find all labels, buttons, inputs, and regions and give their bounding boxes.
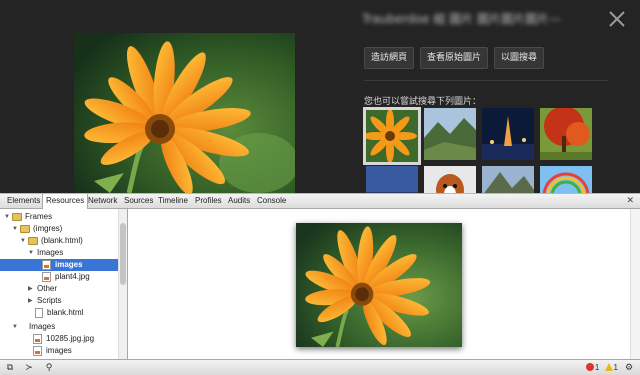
flower-image	[74, 33, 295, 193]
tree-item-frames[interactable]: ▼ Frames	[0, 211, 118, 223]
tab-network[interactable]: Network	[85, 194, 120, 209]
preview-image	[296, 223, 462, 347]
console-drawer-icon[interactable]: ≻	[22, 362, 36, 374]
tab-elements[interactable]: Elements	[4, 194, 43, 209]
image-file-icon	[42, 272, 51, 282]
warning-icon	[604, 363, 613, 371]
error-warning-counts[interactable]: 1 1	[585, 362, 618, 374]
folder-icon	[28, 237, 38, 245]
tab-profiles[interactable]: Profiles	[192, 194, 225, 209]
gear-icon[interactable]: ⚙	[622, 362, 636, 374]
folder-icon	[12, 213, 22, 221]
tree-item-blank-html[interactable]: blank.html	[0, 307, 118, 319]
image-viewer-overlay: Trauberdoe 組 圖片 圖片圖片圖片— 造訪網頁 查看原始圖片 以圖搜尋…	[0, 0, 640, 193]
image-file-icon	[33, 334, 42, 344]
thumbnail-flower[interactable]	[363, 107, 421, 165]
devtools-panel: Elements Resources Network Sources Timel…	[0, 193, 640, 375]
image-file-icon	[33, 346, 42, 356]
tree-item-other[interactable]: ▶ Other	[0, 283, 118, 295]
thumbnail-mountain-valley[interactable]	[424, 108, 476, 160]
close-icon[interactable]	[606, 8, 628, 30]
tree-item-blank-frame[interactable]: ▼ (blank.html)	[0, 235, 118, 247]
thumbnail-fountain-night[interactable]	[482, 108, 534, 160]
search-icon[interactable]: ⚲	[42, 362, 56, 374]
dock-icon[interactable]: ⧉	[3, 362, 17, 374]
thumbnail-rainbow[interactable]	[540, 166, 592, 193]
flower-image	[296, 223, 462, 347]
tab-audits[interactable]: Audits	[225, 194, 253, 209]
main-photo[interactable]	[74, 33, 295, 193]
tab-sources[interactable]: Sources	[121, 194, 156, 209]
tab-resources[interactable]: Resources	[42, 194, 89, 210]
tree-item-images-selected[interactable]: images	[0, 259, 118, 271]
devtools-statusbar: ⧉ ≻ ⚲ 1 1 ⚙	[0, 359, 640, 375]
search-by-image-button[interactable]: 以圖搜尋	[494, 47, 545, 69]
document-icon	[35, 308, 43, 318]
tree-item-images-file[interactable]: images	[0, 345, 118, 357]
visit-page-button[interactable]: 造訪網頁	[364, 47, 415, 69]
tree-item-10285[interactable]: 10285.jpg.jpg	[0, 333, 118, 345]
tree-item-scripts[interactable]: ▶ Scripts	[0, 295, 118, 307]
image-title[interactable]: Trauberdoe 組 圖片 圖片圖片圖片—	[362, 10, 594, 26]
browser-window: Trauberdoe 組 圖片 圖片圖片圖片— 造訪網頁 查看原始圖片 以圖搜尋…	[0, 0, 640, 375]
tree-item-images-root[interactable]: ▼ Images	[0, 321, 118, 333]
resource-preview	[129, 209, 640, 359]
view-original-button[interactable]: 查看原始圖片	[420, 47, 489, 69]
warning-count: 1	[613, 363, 618, 372]
folder-icon	[20, 225, 30, 233]
tree-scroll-thumb[interactable]	[120, 223, 126, 285]
tree-item-imgres[interactable]: ▼ (imgres)	[0, 223, 118, 235]
resources-tree: ▼ Frames ▼ (imgres) ▼ (blank.html) ▼ Ima…	[0, 209, 128, 359]
tree-item-plant4[interactable]: plant4.jpg	[0, 271, 118, 283]
similar-images-label: 您也可以嘗試搜尋下列圖片：	[364, 97, 482, 107]
preview-scrollbar[interactable]	[630, 209, 640, 359]
thumbnail-autumn-tree[interactable]	[540, 108, 592, 160]
tree-scrollbar[interactable]	[118, 209, 127, 359]
tree-item-images-group[interactable]: ▼ Images	[0, 247, 118, 259]
error-count: 1	[594, 363, 600, 372]
devtools-tabbar: Elements Resources Network Sources Timel…	[0, 193, 640, 210]
error-icon	[585, 363, 594, 371]
thumbnail-mountains[interactable]	[482, 166, 534, 193]
tab-console[interactable]: Console	[254, 194, 289, 209]
image-file-icon	[42, 260, 51, 270]
thumbnail-dog[interactable]	[424, 166, 476, 193]
divider	[364, 80, 608, 81]
action-buttons: 造訪網頁 查看原始圖片 以圖搜尋	[364, 47, 545, 69]
close-devtools-icon[interactable]: ✕	[626, 194, 634, 208]
tab-timeline[interactable]: Timeline	[155, 194, 191, 209]
thumbnail-city-sky[interactable]	[366, 166, 418, 193]
